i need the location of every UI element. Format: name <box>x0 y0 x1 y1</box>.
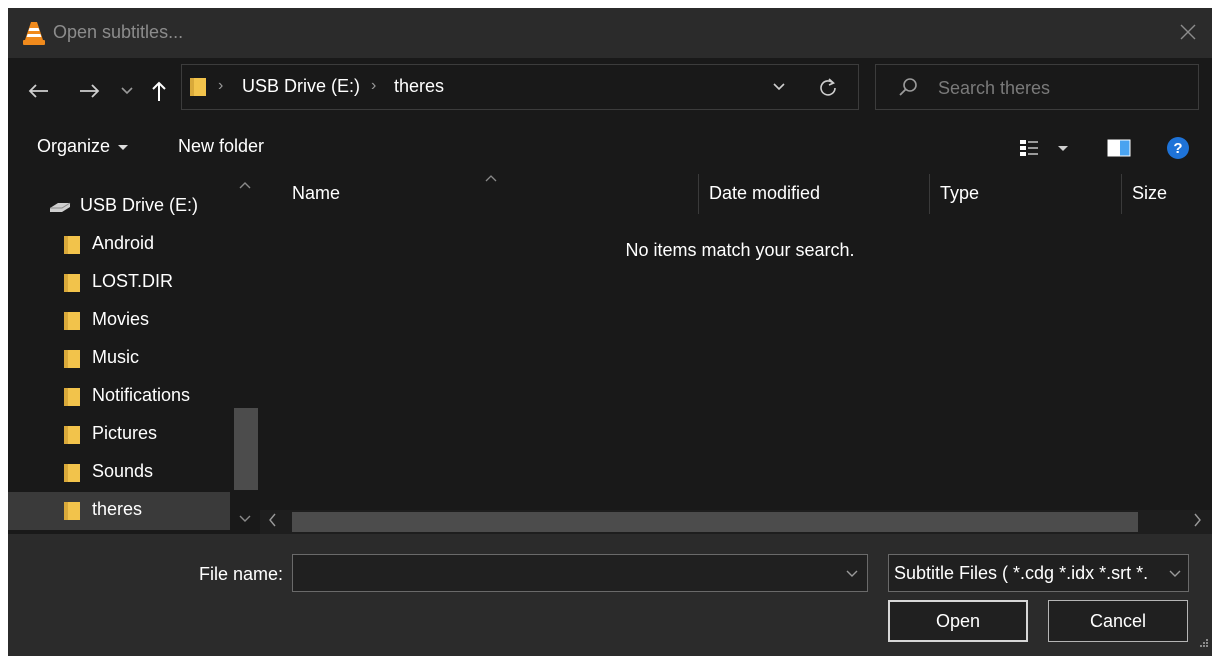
address-bar[interactable]: › USB Drive (E:) › theres <box>181 64 859 110</box>
search-icon <box>898 77 918 102</box>
column-divider[interactable] <box>929 174 930 214</box>
sidebar-item-label: USB Drive (E:) <box>80 195 199 215</box>
sidebar-item-lost-dir[interactable]: LOST.DIR <box>8 264 230 302</box>
chevron-down-icon[interactable] <box>845 566 859 584</box>
chevron-down-icon[interactable] <box>1168 566 1182 584</box>
column-divider[interactable] <box>1121 174 1122 214</box>
sidebar-item-label: Sounds <box>92 461 154 481</box>
breadcrumb-separator: › <box>218 77 224 94</box>
nav-pane-scrollbar[interactable] <box>232 174 260 534</box>
scrollbar-thumb[interactable] <box>292 512 1138 532</box>
sidebar-item-label: Music <box>92 347 140 367</box>
folder-icon <box>190 77 206 102</box>
search-input[interactable] <box>936 74 1190 102</box>
breadcrumb-usb-drive[interactable]: USB Drive (E:) <box>242 76 360 97</box>
sidebar-item-usb-drive[interactable]: USB Drive (E:) <box>8 188 230 226</box>
help-icon[interactable]: ? <box>1166 136 1190 165</box>
sort-ascending-icon <box>484 172 498 186</box>
file-name-input[interactable] <box>299 561 823 587</box>
sidebar-item-label: Movies <box>92 309 150 329</box>
chevron-down-icon[interactable] <box>118 76 136 106</box>
scrollbar-thumb[interactable] <box>234 408 258 490</box>
folder-icon <box>64 463 80 488</box>
vlc-cone-icon <box>22 20 46 46</box>
sidebar-item-movies[interactable]: Movies <box>8 302 230 340</box>
sidebar-item-theres[interactable]: theres <box>8 492 230 530</box>
open-subtitles-dialog: Open subtitles... › USB Drive (E:) › the… <box>8 8 1212 656</box>
new-folder-button[interactable]: New folder <box>178 136 264 157</box>
file-name-combobox[interactable] <box>292 554 868 592</box>
folder-icon <box>64 273 80 298</box>
chevron-down-icon[interactable] <box>772 79 786 97</box>
up-arrow-icon[interactable] <box>148 76 170 106</box>
file-name-area: File name: Subtitle Files ( *.cdg *.idx … <box>8 534 1212 656</box>
sidebar-item-pictures[interactable]: Pictures <box>8 416 230 454</box>
file-list: Name Date modified Type Size No items ma… <box>260 174 1212 510</box>
column-header-name[interactable]: Name <box>292 183 340 204</box>
column-header-date-modified[interactable]: Date modified <box>709 183 820 204</box>
empty-message: No items match your search. <box>625 240 855 260</box>
sidebar-item-sounds[interactable]: Sounds <box>8 454 230 492</box>
column-header-size[interactable]: Size <box>1132 183 1167 204</box>
resize-grip-icon[interactable] <box>1199 635 1209 653</box>
folder-icon <box>64 425 80 450</box>
cancel-button[interactable]: Cancel <box>1048 600 1188 642</box>
command-bar: Organize New folder ? <box>8 124 1212 174</box>
forward-arrow-icon[interactable] <box>76 76 104 106</box>
scroll-left-icon[interactable] <box>268 513 276 530</box>
folder-icon <box>64 311 80 336</box>
view-options-icon[interactable] <box>1018 138 1074 165</box>
sidebar-item-label: Notifications <box>92 385 191 405</box>
organize-button[interactable]: Organize <box>37 136 129 157</box>
scroll-up-icon[interactable] <box>239 178 251 192</box>
folder-icon <box>64 501 80 526</box>
scroll-right-icon[interactable] <box>1194 513 1202 530</box>
sidebar-item-label: LOST.DIR <box>92 271 174 291</box>
refresh-icon[interactable] <box>818 76 838 103</box>
file-name-label: File name: <box>199 564 284 584</box>
breadcrumb-theres[interactable]: theres <box>394 76 444 97</box>
navigation-bar: › USB Drive (E:) › theres <box>8 58 1212 124</box>
preview-pane-icon[interactable] <box>1107 138 1131 163</box>
search-box[interactable] <box>875 64 1199 110</box>
file-type-filter-value: Subtitle Files ( *.cdg *.idx *.srt *. <box>894 563 1149 583</box>
sidebar-item-label: Android <box>92 233 155 253</box>
organize-label: Organize <box>37 136 111 156</box>
back-arrow-icon[interactable] <box>24 76 52 106</box>
title-bar: Open subtitles... <box>8 8 1212 58</box>
sidebar-item-label: theres <box>92 499 143 519</box>
file-list-horizontal-scrollbar[interactable] <box>260 510 1212 534</box>
column-header-type[interactable]: Type <box>940 183 979 204</box>
sidebar-item-notifications[interactable]: Notifications <box>8 378 230 416</box>
dropdown-triangle-icon <box>118 144 129 150</box>
drive-icon <box>48 200 72 219</box>
folder-icon <box>64 387 80 412</box>
svg-text:?: ? <box>1173 140 1182 157</box>
folder-icon <box>64 349 80 374</box>
sidebar-item-label: Pictures <box>92 423 158 443</box>
breadcrumb-separator: › <box>371 77 377 94</box>
file-type-filter-select[interactable]: Subtitle Files ( *.cdg *.idx *.srt *. <box>888 554 1189 592</box>
open-button[interactable]: Open <box>888 600 1028 642</box>
sidebar-item-android[interactable]: Android <box>8 226 230 264</box>
close-icon[interactable] <box>1174 18 1202 46</box>
folder-icon <box>64 235 80 260</box>
dialog-title: Open subtitles... <box>53 22 184 42</box>
scroll-down-icon[interactable] <box>239 512 251 526</box>
navigation-pane: USB Drive (E:) Android LOST.DIR Movies M… <box>8 174 260 534</box>
column-divider[interactable] <box>698 174 699 214</box>
sidebar-item-music[interactable]: Music <box>8 340 230 378</box>
